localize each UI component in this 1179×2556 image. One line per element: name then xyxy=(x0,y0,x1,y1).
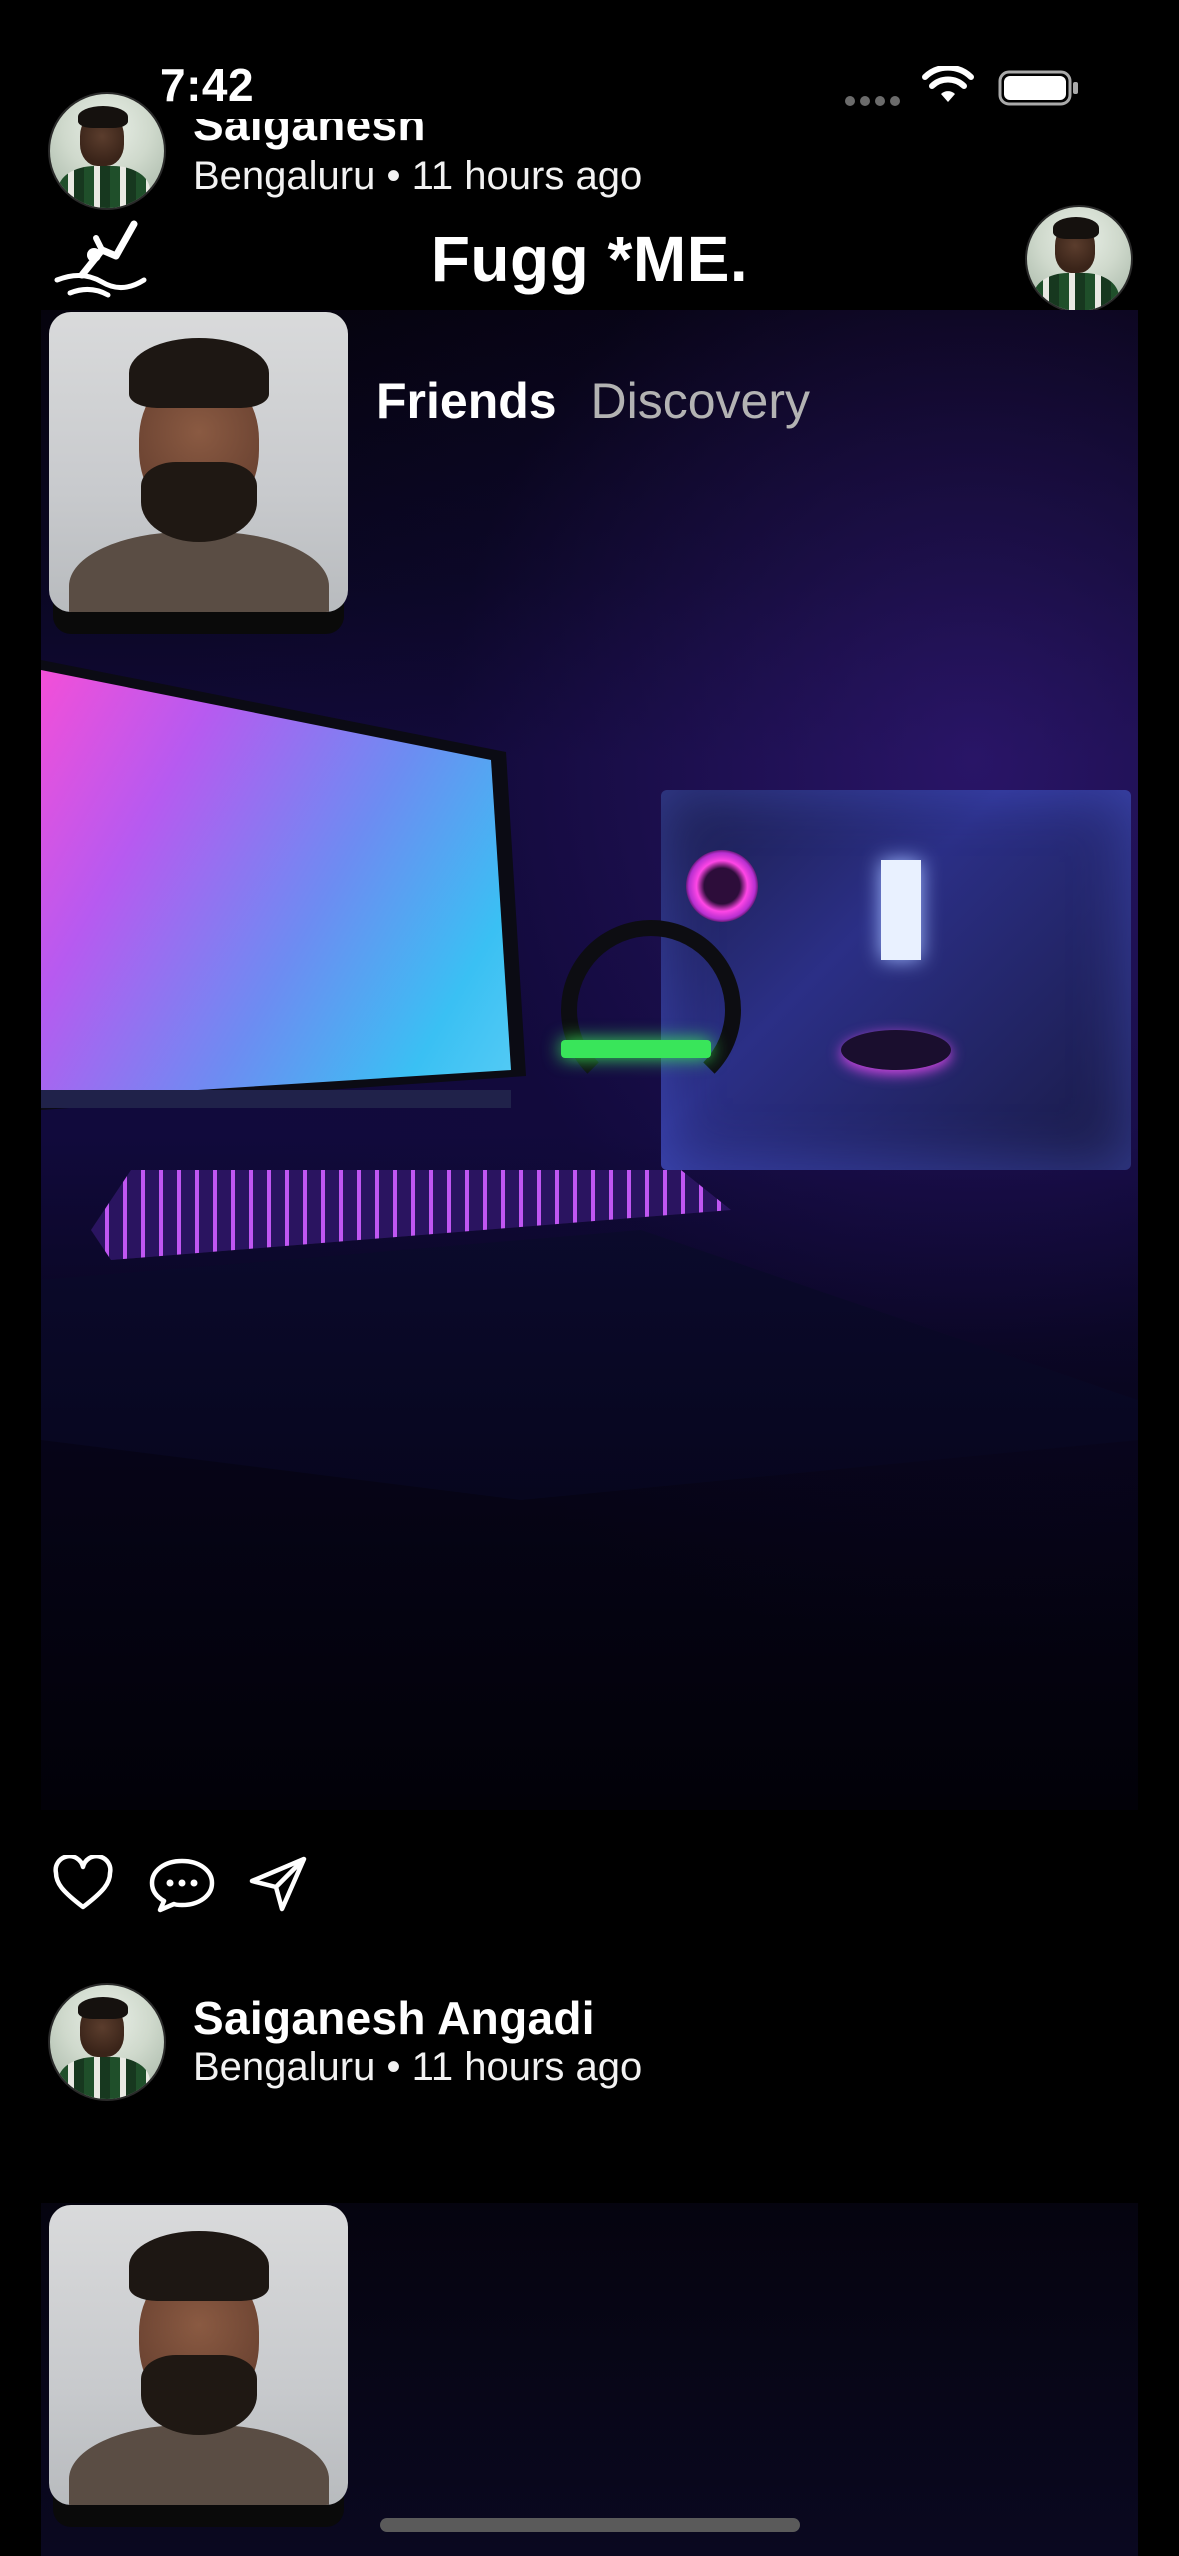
cellular-signal-icon xyxy=(845,93,905,106)
post-meta: Bengaluru • 11 hours ago xyxy=(193,2045,642,2090)
tab-discovery[interactable]: Discovery xyxy=(591,373,810,429)
post-header: Saiganesh Angadi Bengaluru • 11 hours ag… xyxy=(48,1983,1148,2103)
wifi-icon xyxy=(922,66,974,102)
meta-separator: • xyxy=(386,2045,401,2089)
post-time: 11 hours ago xyxy=(411,154,643,198)
selfie-inset[interactable] xyxy=(49,312,348,612)
author-name[interactable]: Saiganesh Angadi xyxy=(193,1991,595,2045)
home-indicator[interactable] xyxy=(380,2518,800,2532)
post-location: Bengaluru xyxy=(193,2045,376,2089)
profile-avatar[interactable] xyxy=(1025,205,1133,313)
feed-tabs: Friends Discovery xyxy=(376,372,810,430)
post-meta: Bengaluru • 11 hours ago xyxy=(193,154,642,199)
author-avatar[interactable] xyxy=(48,1983,166,2101)
author-avatar[interactable] xyxy=(48,92,166,210)
chat-bubble-icon[interactable] xyxy=(148,1855,216,1913)
heart-icon[interactable] xyxy=(52,1855,114,1913)
meta-separator: • xyxy=(386,154,401,198)
status-time: 7:42 xyxy=(160,59,255,111)
post-time: 11 hours ago xyxy=(411,2045,643,2089)
tab-friends[interactable]: Friends xyxy=(376,373,557,429)
app-title: Fugg *ME. xyxy=(430,223,749,295)
selfie-inset[interactable] xyxy=(49,2205,348,2505)
send-arrow-icon[interactable] xyxy=(248,1855,310,1913)
battery-icon xyxy=(998,70,1078,106)
post-location: Bengaluru xyxy=(193,154,376,198)
